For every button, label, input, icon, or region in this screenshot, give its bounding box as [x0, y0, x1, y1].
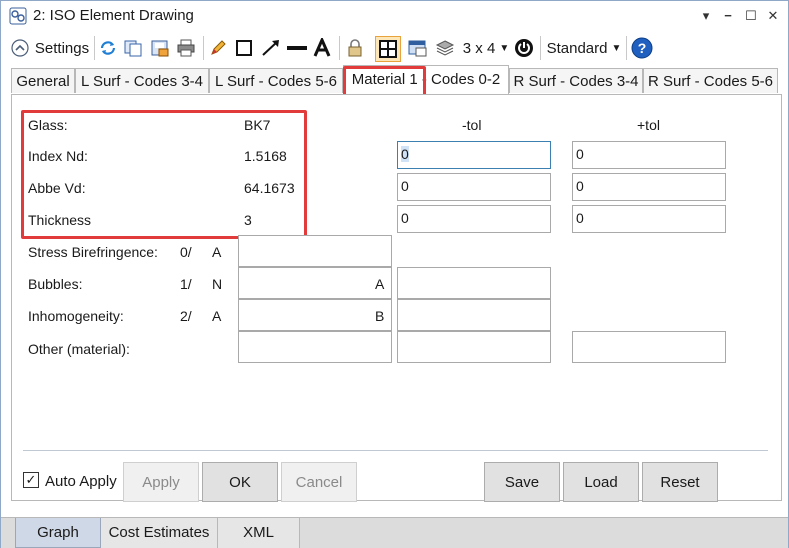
other-material-field-2[interactable]	[397, 331, 551, 363]
pencil-icon[interactable]	[207, 36, 229, 60]
lock-icon[interactable]	[344, 36, 366, 60]
stress-birefringence-label: Stress Birefringence:	[28, 244, 158, 260]
auto-apply-label[interactable]: Auto Apply	[45, 473, 117, 490]
arrow-line-icon[interactable]	[259, 36, 283, 60]
text-icon[interactable]	[311, 36, 333, 60]
stress-birefringence-field[interactable]	[238, 235, 392, 267]
grid-size-label: 3 x 4	[462, 39, 496, 57]
refresh-icon[interactable]	[98, 36, 118, 60]
chevron-down-icon: ▼	[499, 42, 510, 54]
save-image-icon[interactable]	[149, 36, 171, 60]
grid-size-dropdown[interactable]: 3 x 4 ▼	[461, 36, 511, 60]
rectangle-icon[interactable]	[233, 36, 255, 60]
window-title: 2: ISO Element Drawing	[33, 7, 194, 24]
minimize-button[interactable]: −	[719, 8, 737, 24]
inhomogeneity-field-2[interactable]	[397, 299, 551, 331]
minus-tol-header: -tol	[462, 117, 482, 133]
copy-icon[interactable]	[122, 36, 144, 60]
toolbar: Settings 3 x 4 ▼ Standard ▼ ?	[1, 33, 788, 63]
layers-icon[interactable]	[433, 36, 457, 60]
abbe-vd-label: Abbe Vd:	[28, 180, 86, 196]
thickness-label: Thickness	[28, 212, 92, 228]
glass-value: BK7	[244, 117, 271, 133]
app-icon	[9, 7, 27, 25]
iso-element-drawing-window: 2: ISO Element Drawing ▾ − ☐ ✕ Settings	[0, 0, 789, 548]
tab-graph[interactable]: Graph	[15, 518, 101, 548]
bubbles-field-2[interactable]	[397, 267, 551, 299]
style-dropdown[interactable]: Standard ▼	[545, 36, 623, 60]
other-material-field-1[interactable]	[238, 331, 392, 363]
maximize-button[interactable]: ☐	[742, 8, 760, 24]
index-nd-value: 1.5168	[244, 148, 287, 164]
bottom-tab-bar: Graph Cost Estimates XML	[1, 517, 788, 548]
chevron-down-icon: ▼	[611, 42, 622, 54]
apply-button[interactable]: Apply	[123, 462, 199, 502]
tab-strip: General L Surf - Codes 3-4 L Surf - Code…	[1, 65, 788, 95]
settings-button[interactable]: Settings	[33, 36, 91, 60]
abbe-plus-tol-field[interactable]: 0	[572, 173, 726, 201]
inhomogeneity-code: 2/	[180, 308, 192, 324]
inhomogeneity-class-2: B	[375, 308, 385, 324]
toolbar-separator	[540, 36, 541, 60]
power-icon[interactable]	[513, 36, 535, 60]
inhomogeneity-class: A	[212, 308, 222, 324]
index-minus-tol-field[interactable]: 0	[397, 141, 551, 169]
auto-apply-checkbox[interactable]: ✓	[23, 472, 39, 488]
save-button[interactable]: Save	[484, 462, 560, 502]
abbe-vd-value: 64.1673	[244, 180, 295, 196]
tab-cost-estimates[interactable]: Cost Estimates	[101, 518, 218, 548]
tab-xml[interactable]: XML	[218, 518, 300, 548]
stress-code: 0/	[180, 244, 192, 260]
abbe-minus-tol-field[interactable]: 0	[397, 173, 551, 201]
inhomogeneity-field-1[interactable]	[238, 299, 392, 331]
thickness-plus-tol-field[interactable]: 0	[572, 205, 726, 233]
title-bar: 2: ISO Element Drawing ▾ − ☐ ✕	[1, 1, 788, 31]
other-material-label: Other (material):	[28, 341, 130, 357]
bubbles-field-1[interactable]	[238, 267, 392, 299]
tab-l-surf-codes-3-4[interactable]: L Surf - Codes 3-4	[75, 68, 209, 93]
tab-material-1-codes-0-2[interactable]: Material 1 - Codes 0-2	[343, 65, 509, 95]
other-material-field-3[interactable]	[572, 331, 726, 363]
window-icon[interactable]	[405, 36, 429, 60]
thickness-value: 3	[244, 212, 252, 228]
divider	[23, 450, 768, 451]
bubbles-class-2: A	[375, 276, 385, 292]
toolbar-separator	[339, 36, 340, 60]
layout-icon[interactable]	[375, 36, 401, 62]
stress-class: A	[212, 244, 222, 260]
glass-label: Glass:	[28, 117, 68, 133]
ok-button[interactable]: OK	[202, 462, 278, 502]
index-nd-label: Index Nd:	[28, 148, 88, 164]
cancel-button[interactable]: Cancel	[281, 462, 357, 502]
plus-tol-header: +tol	[637, 117, 660, 133]
close-button[interactable]: ✕	[764, 8, 782, 24]
bubbles-code: 1/	[180, 276, 192, 292]
tab-l-surf-codes-5-6[interactable]: L Surf - Codes 5-6	[209, 68, 343, 93]
tab-r-surf-codes-5-6[interactable]: R Surf - Codes 5-6	[643, 68, 778, 93]
tab-r-surf-codes-3-4[interactable]: R Surf - Codes 3-4	[509, 68, 643, 93]
load-button[interactable]: Load	[563, 462, 639, 502]
bubbles-class: N	[212, 276, 223, 292]
print-icon[interactable]	[175, 36, 197, 60]
svg-text:?: ?	[638, 40, 647, 56]
style-label: Standard	[546, 39, 608, 57]
help-icon[interactable]: ?	[630, 36, 654, 60]
dropdown-icon[interactable]: ▾	[697, 8, 715, 24]
bubbles-label: Bubbles:	[28, 276, 83, 292]
toolbar-separator	[626, 36, 627, 60]
index-plus-tol-field[interactable]: 0	[572, 141, 726, 169]
thickness-minus-tol-field[interactable]: 0	[397, 205, 551, 233]
toolbar-separator	[203, 36, 204, 60]
inhomogeneity-label: Inhomogeneity:	[28, 308, 124, 324]
line-icon[interactable]	[285, 36, 309, 60]
reset-button[interactable]: Reset	[642, 462, 718, 502]
toolbar-separator	[94, 36, 95, 60]
collapse-icon[interactable]	[9, 36, 31, 60]
tab-general[interactable]: General	[11, 68, 75, 93]
